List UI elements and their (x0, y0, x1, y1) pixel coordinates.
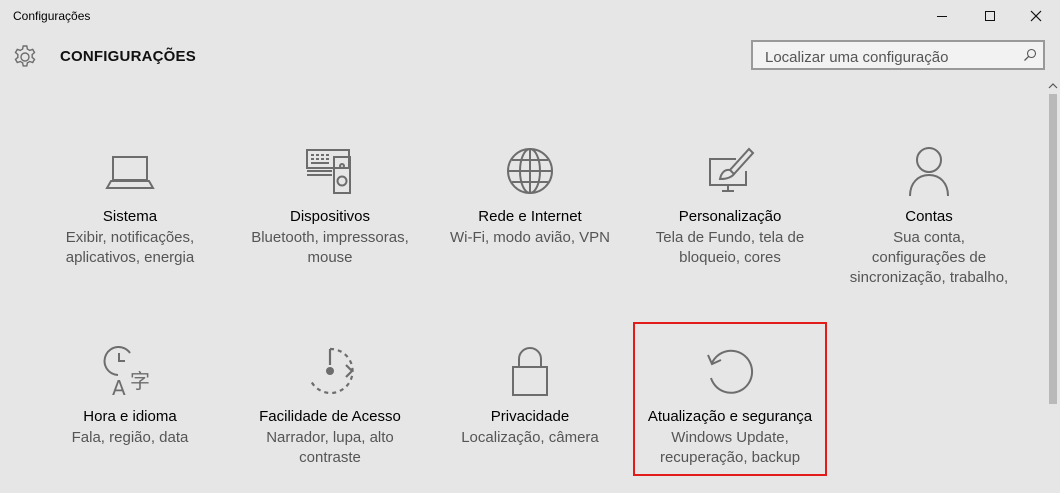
ease-of-access-icon (310, 347, 354, 395)
tile-description: Windows Update, recuperação, backup (659, 429, 801, 466)
tile-description: Exibir, notificações, aplicativos, energ… (65, 229, 195, 266)
paint-monitor-icon (709, 147, 755, 192)
tile-sistema[interactable]: Sistema Exibir, notificações, aplicativo… (35, 143, 225, 293)
close-icon (1030, 10, 1042, 22)
tile-label: Contas (905, 208, 953, 225)
globe-icon (507, 148, 553, 194)
tile-dispositivos[interactable]: Dispositivos Bluetooth, impressoras, mou… (235, 143, 425, 293)
tile-label: Privacidade (490, 408, 570, 425)
tile-label: Rede e Internet (478, 208, 582, 225)
tile-atualizacao-seguranca[interactable]: Atualização e segurança Windows Update, … (633, 322, 827, 476)
laptop-icon (105, 156, 155, 189)
tile-label: Sistema (102, 208, 158, 225)
update-icon (707, 349, 754, 394)
tile-description: Tela de Fundo, tela de bloqueio, cores (655, 229, 805, 266)
gear-icon (14, 45, 36, 67)
minimize-icon (937, 16, 947, 17)
tile-description: Fala, região, data (71, 429, 189, 446)
lock-icon (512, 347, 548, 396)
tile-description: Bluetooth, impressoras, mouse (251, 229, 409, 266)
tile-facilidade-acesso[interactable]: Facilidade de Acesso Narrador, lupa, alt… (235, 343, 425, 493)
minimize-button[interactable] (919, 0, 965, 32)
tile-label: Dispositivos (289, 208, 371, 225)
scrollbar[interactable] (1046, 80, 1060, 487)
scrollbar-thumb[interactable] (1049, 94, 1057, 404)
search-icon[interactable] (1023, 48, 1037, 62)
tile-personalizacao[interactable]: Personalização Tela de Fundo, tela de bl… (635, 143, 825, 293)
settings-header: CONFIGURAÇÕES (0, 36, 1060, 78)
tile-label: Atualização e segurança (647, 408, 813, 425)
keyboard-speaker-icon (306, 149, 351, 194)
search-box[interactable] (751, 40, 1045, 70)
tile-description: Localização, câmera (461, 429, 599, 446)
tile-label: Facilidade de Acesso (259, 408, 401, 425)
scroll-up-arrow-icon[interactable] (1048, 82, 1058, 90)
svg-text:A: A (112, 376, 126, 399)
maximize-icon (985, 11, 995, 21)
close-button[interactable] (1013, 0, 1059, 32)
tile-label: Personalização (678, 208, 782, 225)
tile-description: Sua conta, configurações de sincronizaçã… (849, 229, 1009, 286)
tile-description: Wi-Fi, modo avião, VPN (449, 229, 611, 246)
svg-text:字: 字 (130, 369, 150, 393)
tile-rede-internet[interactable]: Rede e Internet Wi-Fi, modo avião, VPN (435, 143, 625, 293)
page-title: CONFIGURAÇÕES (60, 48, 196, 65)
tile-description: Narrador, lupa, alto contraste (266, 429, 394, 466)
tile-label: Hora e idioma (83, 408, 177, 425)
tile-hora-idioma[interactable]: A 字 Hora e idioma Fala, região, data (35, 343, 225, 493)
person-icon (909, 147, 949, 197)
time-language-icon: A 字 (103, 346, 150, 399)
search-input[interactable] (763, 46, 1017, 68)
tile-privacidade[interactable]: Privacidade Localização, câmera (435, 343, 625, 493)
window-title: Configurações (13, 9, 91, 23)
title-bar: Configurações (0, 0, 1060, 32)
tile-contas[interactable]: Contas Sua conta, configurações de sincr… (834, 143, 1024, 293)
maximize-button[interactable] (967, 0, 1013, 32)
